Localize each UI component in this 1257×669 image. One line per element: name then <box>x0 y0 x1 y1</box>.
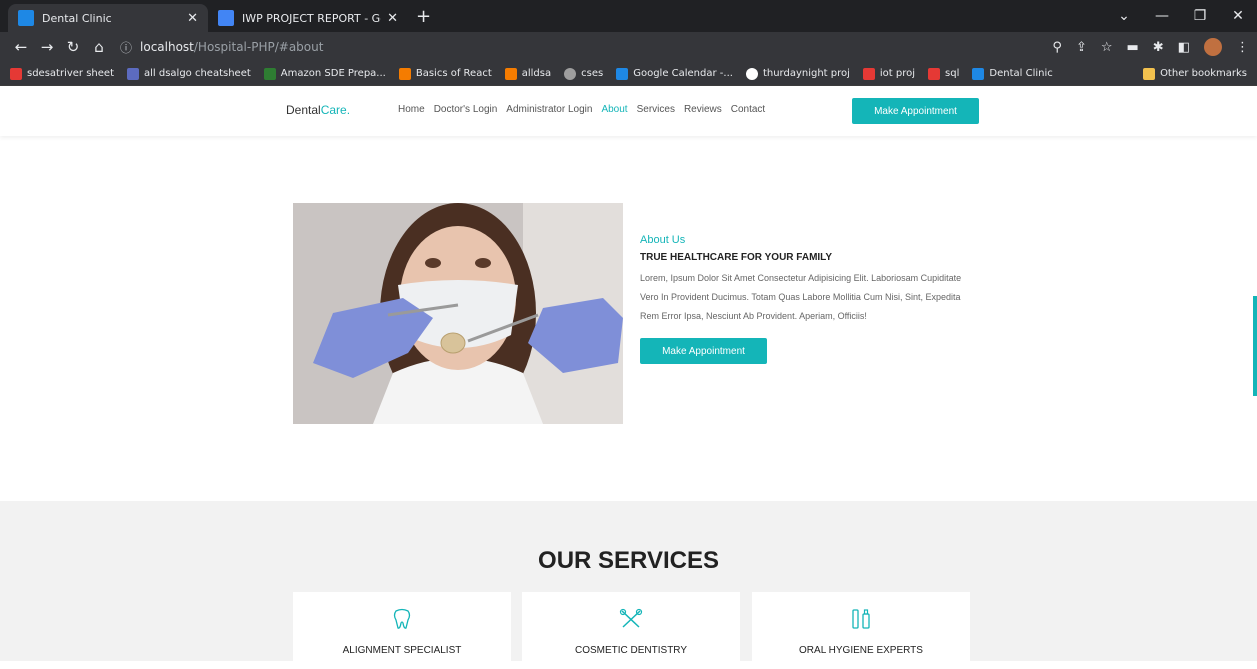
menu-reviews[interactable]: Reviews <box>684 104 722 115</box>
address-bar[interactable]: ⓘ localhost/Hospital-PHP/#about <box>120 35 1052 59</box>
bookmark-favicon-icon <box>745 67 758 80</box>
menu-contact[interactable]: Contact <box>731 104 765 115</box>
close-window-icon[interactable]: ✕ <box>1219 8 1257 24</box>
bookmark-favicon-icon <box>504 67 517 80</box>
folder-icon <box>1143 67 1156 80</box>
about-title: TRUE HEALTHCARE FOR YOUR FAMILY <box>640 252 833 263</box>
window-controls: ⌄ — ❐ ✕ <box>1105 0 1257 32</box>
bookmark-item[interactable]: alldsa <box>504 67 551 80</box>
bookmark-favicon-icon <box>10 67 22 80</box>
bookmark-favicon-icon <box>928 67 941 80</box>
site-logo[interactable]: DentalCare. <box>286 103 350 117</box>
bookmark-favicon-icon <box>972 67 985 80</box>
zoom-icon[interactable]: ⚲ <box>1052 40 1062 55</box>
service-title: COSMETIC DENTISTRY <box>574 645 688 656</box>
scrollbar[interactable] <box>1253 296 1257 396</box>
close-tab-icon[interactable]: ✕ <box>387 11 398 26</box>
dental-favicon-icon <box>18 10 34 26</box>
site-info-icon[interactable]: ⓘ <box>120 39 132 56</box>
bookmark-item[interactable]: Dental Clinic <box>972 67 1053 80</box>
bookmarks-bar: sdesatriver sheet all dsalgo cheatsheet … <box>0 62 1257 86</box>
service-card-cosmetic[interactable]: COSMETIC DENTISTRY <box>522 592 740 661</box>
restore-icon[interactable]: ❐ <box>1181 8 1219 24</box>
minimize-icon[interactable]: — <box>1143 8 1181 24</box>
avatar[interactable] <box>1204 38 1222 56</box>
menu-doctors-login[interactable]: Doctor's Login <box>434 104 498 115</box>
bookmark-favicon-icon <box>263 67 276 80</box>
menu-kebab-icon[interactable]: ⋮ <box>1236 40 1249 55</box>
about-section: About Us TRUE HEALTHCARE FOR YOUR FAMILY… <box>640 234 970 364</box>
about-body: Lorem, Ipsum Dolor Sit Amet Consectetur … <box>640 273 962 321</box>
bookmark-favicon-icon <box>564 67 577 80</box>
menu-services[interactable]: Services <box>637 104 675 115</box>
bookmark-favicon-icon <box>616 67 629 80</box>
bookmark-item[interactable]: cses <box>564 67 603 80</box>
menu-administrator-login[interactable]: Administrator Login <box>506 104 592 115</box>
dentist-illustration <box>293 203 623 424</box>
bookmark-favicon-icon <box>862 67 875 80</box>
web-page: DentalCare. Home Doctor's Login Administ… <box>0 86 1257 661</box>
tab-dental-clinic[interactable]: Dental Clinic ✕ <box>8 4 208 32</box>
bookmark-item[interactable]: thurdaynight proj <box>745 67 850 80</box>
new-tab-icon[interactable]: + <box>416 6 431 27</box>
tooth-icon <box>393 608 411 629</box>
header-make-appointment-button[interactable]: Make Appointment <box>852 98 979 124</box>
bookmark-favicon-icon <box>127 67 139 80</box>
service-card-oral-hygiene[interactable]: ORAL HYGIENE EXPERTS <box>752 592 970 661</box>
bookmark-item[interactable]: Google Calendar -... <box>616 67 733 80</box>
url-host: localhost <box>140 40 194 54</box>
bookmark-item[interactable]: sql <box>928 67 959 80</box>
tab-search-icon[interactable]: ⌄ <box>1105 8 1143 24</box>
tab-title: Dental Clinic <box>42 11 112 25</box>
browser-toolbar: ← → ↻ ⌂ ⓘ localhost/Hospital-PHP/#about … <box>0 32 1257 62</box>
dental-tools-icon <box>619 608 643 628</box>
tab-bar: Dental Clinic ✕ IWP PROJECT REPORT - Goo… <box>0 0 1257 32</box>
dentist-photo <box>293 203 623 424</box>
services-section: OUR SERVICES ALIGNMENT SPECIALIST COSMET… <box>0 501 1257 661</box>
menu-home[interactable]: Home <box>398 104 425 115</box>
extension-icon[interactable]: ▬ <box>1127 40 1139 55</box>
url-path: /Hospital-PHP/#about <box>193 40 324 54</box>
about-make-appointment-button[interactable]: Make Appointment <box>640 338 767 364</box>
service-card-alignment[interactable]: ALIGNMENT SPECIALIST <box>293 592 511 661</box>
toothbrush-paste-icon <box>852 609 870 629</box>
bookmark-item[interactable]: all dsalgo cheatsheet <box>127 67 251 80</box>
main-menu: Home Doctor's Login Administrator Login … <box>398 104 765 115</box>
home-icon[interactable]: ⌂ <box>86 38 112 56</box>
bookmark-item[interactable]: sdesatriver sheet <box>10 67 114 80</box>
sidepanel-icon[interactable]: ◧ <box>1178 40 1190 55</box>
bookmark-favicon-icon <box>398 67 411 80</box>
tab-iwp-report[interactable]: IWP PROJECT REPORT - Google D ✕ <box>208 4 408 32</box>
site-header: DentalCare. Home Doctor's Login Administ… <box>0 86 1257 136</box>
bookmark-item[interactable]: iot proj <box>862 67 915 80</box>
bookmark-item[interactable]: Amazon SDE Prepa... <box>263 67 386 80</box>
tab-title: IWP PROJECT REPORT - Google D <box>242 11 381 25</box>
about-label: About Us <box>640 234 686 246</box>
other-bookmarks[interactable]: Other bookmarks <box>1143 67 1247 80</box>
menu-about[interactable]: About <box>601 104 627 115</box>
services-heading: OUR SERVICES <box>538 547 719 574</box>
toolbar-icons: ⚲ ⇪ ☆ ▬ ✱ ◧ ⋮ <box>1052 38 1249 56</box>
bookmark-item[interactable]: Basics of React <box>398 67 492 80</box>
forward-icon[interactable]: → <box>34 38 60 56</box>
back-icon[interactable]: ← <box>8 38 34 56</box>
service-title: ORAL HYGIENE EXPERTS <box>799 645 923 656</box>
reload-icon[interactable]: ↻ <box>60 38 86 56</box>
browser-chrome: Dental Clinic ✕ IWP PROJECT REPORT - Goo… <box>0 0 1257 86</box>
docs-favicon-icon <box>218 10 234 26</box>
close-tab-icon[interactable]: ✕ <box>187 11 198 26</box>
puzzle-icon[interactable]: ✱ <box>1153 40 1164 55</box>
bookmark-star-icon[interactable]: ☆ <box>1101 40 1113 55</box>
service-title: ALIGNMENT SPECIALIST <box>342 645 462 656</box>
share-icon[interactable]: ⇪ <box>1076 40 1087 55</box>
